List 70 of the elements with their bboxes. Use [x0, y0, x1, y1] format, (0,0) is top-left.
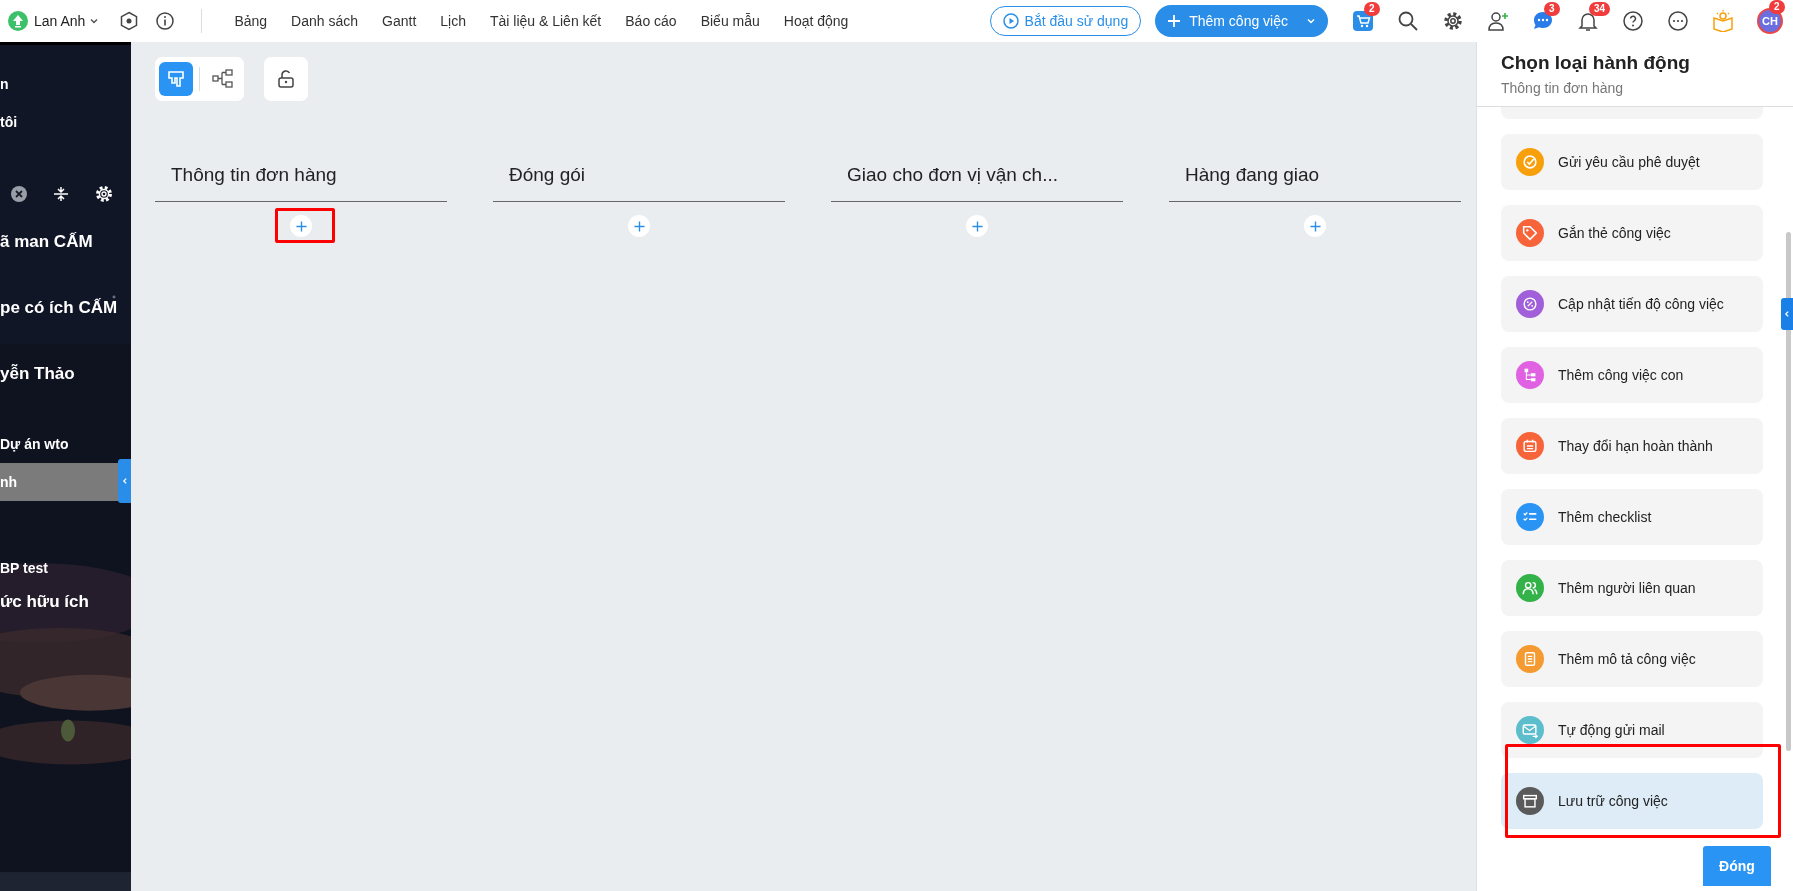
action-item[interactable]: Tự động gửi mail [1501, 702, 1763, 758]
column-title: Đóng gói [508, 163, 587, 187]
nav-tab[interactable]: Tài liệu & Liên kết [479, 7, 612, 35]
chevron-down-icon [1306, 16, 1316, 26]
unlock-button[interactable] [264, 57, 308, 101]
action-item[interactable]: Lưu trữ công việc [1501, 773, 1763, 829]
help-icon[interactable] [1622, 10, 1644, 32]
add-user-icon[interactable] [1487, 10, 1509, 32]
nav-tab[interactable]: Báo cáo [615, 7, 687, 35]
sidebar-item[interactable]: pe có ích CẤM [0, 293, 122, 359]
plus-icon [295, 220, 307, 232]
action-item[interactable]: Thay đổi hạn hoàn thành [1501, 418, 1763, 474]
action-item[interactable]: Thêm mô tả công việc [1501, 631, 1763, 687]
collapse-icon[interactable] [52, 185, 70, 203]
action-item[interactable]: Gắn thẻ công việc [1501, 205, 1763, 261]
cart-icon[interactable] [1352, 10, 1374, 32]
add-card-button[interactable] [1304, 215, 1326, 237]
play-icon [1002, 13, 1019, 29]
workspace-dropdown[interactable]: Lan Anh [34, 13, 100, 29]
chevron-left-icon [120, 477, 129, 485]
nav-tab[interactable]: Bảng [224, 7, 278, 35]
sidebar-item[interactable]: Dự án wto [0, 425, 122, 463]
add-card-button[interactable] [628, 215, 650, 237]
plus-icon [633, 220, 645, 232]
notification-badge: 34 [1589, 2, 1611, 16]
nav-tab[interactable]: Danh sách [281, 7, 369, 35]
sidebar-item[interactable]: n [0, 65, 122, 103]
action-item[interactable]: Thêm công việc con [1501, 347, 1763, 403]
notification-badge: 2 [1769, 0, 1785, 14]
nav-tab[interactable]: Hoạt động [773, 7, 859, 35]
settings-icon[interactable] [1442, 10, 1464, 32]
chevron-down-icon [89, 16, 100, 26]
board-icon [166, 69, 186, 89]
more-icon[interactable] [1667, 10, 1689, 32]
plus-icon [1309, 220, 1321, 232]
sidebar-item[interactable]: tôi [0, 103, 122, 141]
action-item[interactable]: Thêm checklist [1501, 489, 1763, 545]
nav-tab[interactable]: Lịch [430, 7, 476, 35]
clear-icon[interactable] [10, 185, 28, 203]
upload-logo-icon [8, 11, 28, 31]
column-title: Hàng đang giao [1184, 163, 1321, 187]
action-item[interactable]: Thêm người liên quan [1501, 560, 1763, 616]
column-title: Thông tin đơn hàng [170, 163, 338, 187]
column-title: Giao cho đơn vị vận ch... [846, 163, 1059, 187]
notification-badge: 3 [1544, 2, 1560, 16]
chevron-left-icon [1783, 310, 1791, 318]
panel-title: Chọn loại hành động [1501, 52, 1691, 74]
add-card-button[interactable] [966, 215, 988, 237]
board-view-button[interactable] [159, 62, 193, 96]
notification-badge: 2 [1364, 2, 1380, 16]
add-card-button[interactable] [290, 215, 312, 237]
panel-subtitle: Thông tin đơn hàng [1501, 80, 1625, 96]
chat-icon[interactable] [1532, 10, 1554, 32]
plus-icon [971, 220, 983, 232]
info-icon[interactable] [155, 11, 176, 31]
sidebar-item[interactable]: BP test [0, 549, 122, 587]
nav-tab[interactable]: Biểu mẫu [690, 7, 770, 35]
sidebar-item[interactable]: yễn Thảo [0, 359, 122, 425]
unlock-icon [276, 69, 296, 89]
sidebar-item[interactable]: ức hữu ích [0, 587, 122, 653]
flowchart-icon [212, 69, 234, 89]
search-icon[interactable] [1397, 10, 1419, 32]
nav-tab[interactable]: Gantt [372, 7, 427, 35]
sidebar-item[interactable]: ã man CẤM [0, 227, 122, 293]
bell-icon[interactable] [1577, 10, 1599, 32]
action-item[interactable]: Gửi yêu cầu phê duyệt [1501, 134, 1763, 190]
settings-icon[interactable] [94, 184, 114, 204]
action-item[interactable]: Cập nhật tiến độ công việc [1501, 276, 1763, 332]
settings-icon[interactable] [119, 11, 140, 31]
plus-icon [1167, 14, 1182, 28]
